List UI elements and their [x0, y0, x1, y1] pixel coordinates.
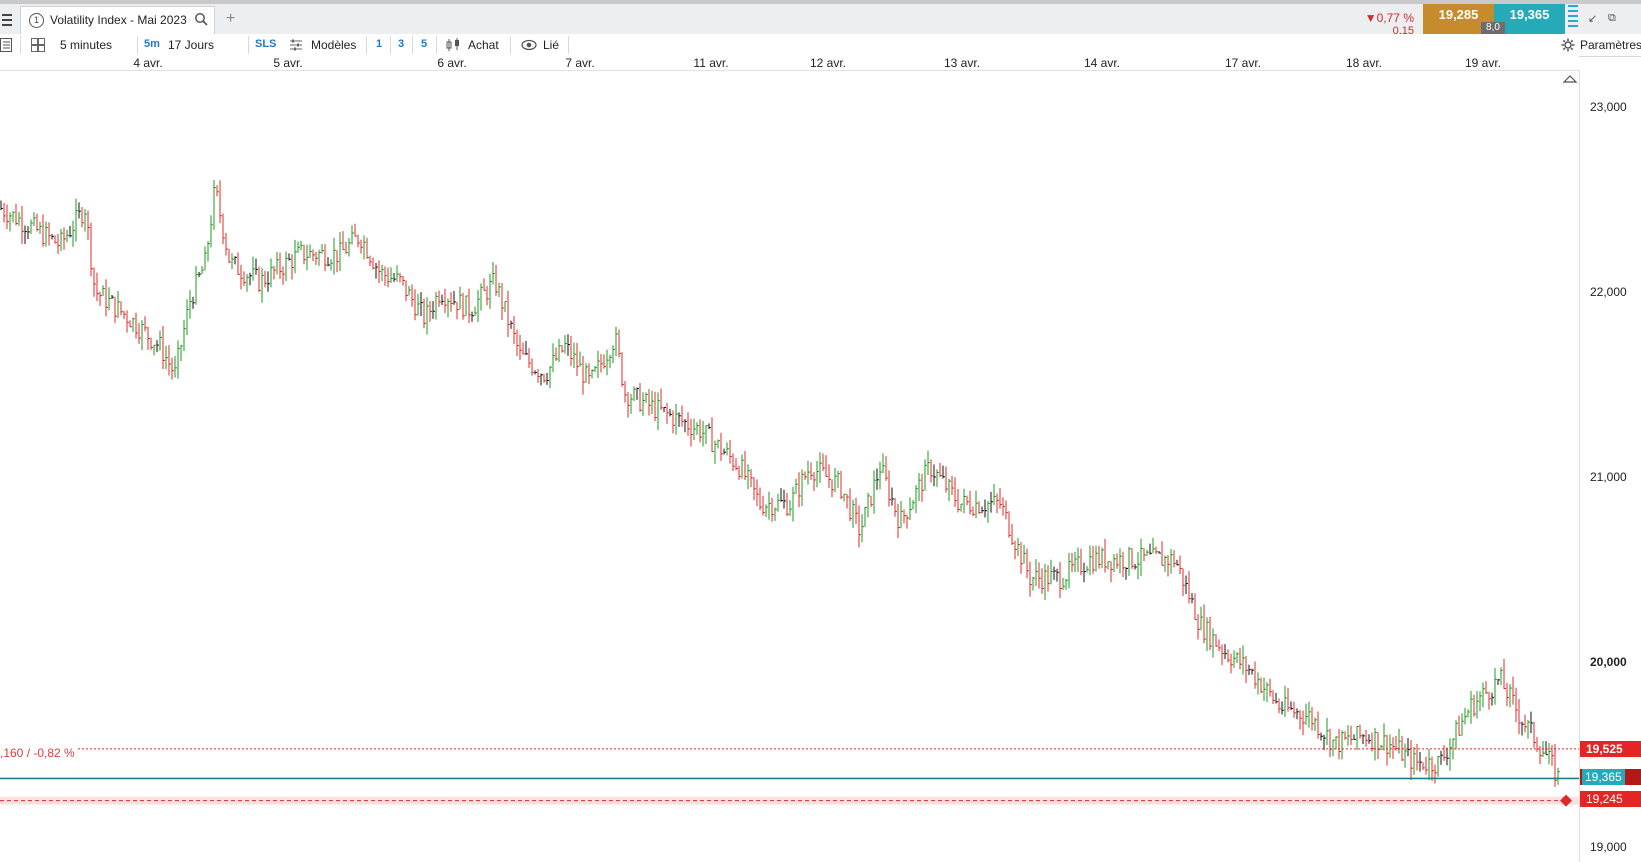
chart-toolbar: 5 minutes 5m 17 Jours SLS Modèles 1 3 5 … — [0, 34, 1641, 57]
eye-icon[interactable] — [521, 39, 537, 51]
quantity-5-button[interactable]: 5 — [421, 38, 427, 50]
search-icon[interactable] — [194, 12, 208, 26]
interval-select[interactable]: 5 minutes — [60, 38, 112, 52]
date-label: 12 avr. — [809, 56, 847, 70]
interval-quick-button[interactable]: 5m — [144, 38, 160, 50]
scroll-up-icon — [1562, 75, 1578, 83]
current-price-tag: 19,365 — [1580, 769, 1641, 785]
price-label: 21,000 — [1590, 470, 1627, 484]
date-label: 7 avr. — [565, 56, 595, 70]
date-label: 13 avr. — [943, 56, 981, 70]
date-label: 14 avr. — [1083, 56, 1121, 70]
tab-bar: 1 Volatility Index - Mai 2023 + ▼0,77 % … — [0, 4, 1641, 37]
tab-volatility-index[interactable]: 1 Volatility Index - Mai 2023 — [20, 6, 215, 34]
date-label: 19 avr. — [1464, 56, 1502, 70]
layout-grid-icon[interactable] — [31, 38, 45, 52]
date-label: 18 avr. — [1345, 56, 1383, 70]
quantity-1-button[interactable]: 1 — [376, 38, 382, 50]
hamburger-menu-icon[interactable] — [0, 11, 14, 27]
date-label: 6 avr. — [437, 56, 467, 70]
current-price-value: 19,365 — [1582, 769, 1625, 785]
date-label: 11 avr. — [693, 56, 729, 70]
spread-badge: 8,0 — [1481, 22, 1505, 34]
reference-line-label: ,160 / -0,82 % — [0, 746, 75, 760]
quantity-3-button[interactable]: 3 — [398, 38, 404, 50]
templates-icon[interactable] — [289, 38, 303, 52]
reference-price-tag: 19,525 — [1580, 741, 1641, 757]
add-tab-button[interactable]: + — [226, 11, 235, 27]
candlestick-icon[interactable] — [446, 38, 462, 52]
settings-button[interactable]: Paramètres — [1580, 38, 1641, 52]
buy-button[interactable]: Achat — [468, 38, 499, 52]
date-label: 4 avr. — [133, 56, 163, 70]
popout-icon[interactable]: ⧉ — [1608, 12, 1616, 25]
price-label: 19,000 — [1590, 840, 1627, 854]
date-label: 17 avr. — [1224, 56, 1262, 70]
price-chart[interactable] — [0, 70, 1579, 862]
order-book-icon[interactable] — [1568, 5, 1578, 31]
stop-band — [0, 796, 1579, 805]
gear-icon[interactable] — [1561, 38, 1575, 52]
templates-button[interactable]: Modèles — [311, 38, 356, 52]
range-select[interactable]: 17 Jours — [168, 38, 214, 52]
stop-marker-icon — [1560, 794, 1572, 807]
minimize-icon[interactable]: ↙ — [1588, 12, 1597, 25]
sls-button[interactable]: SLS — [255, 38, 276, 50]
stop-price-tag: 19,245 — [1580, 791, 1641, 807]
list-icon[interactable] — [0, 38, 12, 52]
price-label: 20,000 — [1590, 655, 1627, 669]
tab-title: Volatility Index - Mai 2023 — [50, 13, 187, 27]
date-axis: 4 avr. 5 avr. 6 avr. 7 avr. 11 avr. 12 a… — [0, 56, 1579, 71]
tab-number-badge: 1 — [29, 13, 44, 28]
change-percent: ▼0,77 % — [1364, 11, 1414, 25]
price-label: 22,000 — [1590, 285, 1627, 299]
price-label: 23,000 — [1590, 100, 1627, 114]
date-label: 5 avr. — [273, 56, 303, 70]
linked-button[interactable]: Lié — [543, 38, 559, 52]
